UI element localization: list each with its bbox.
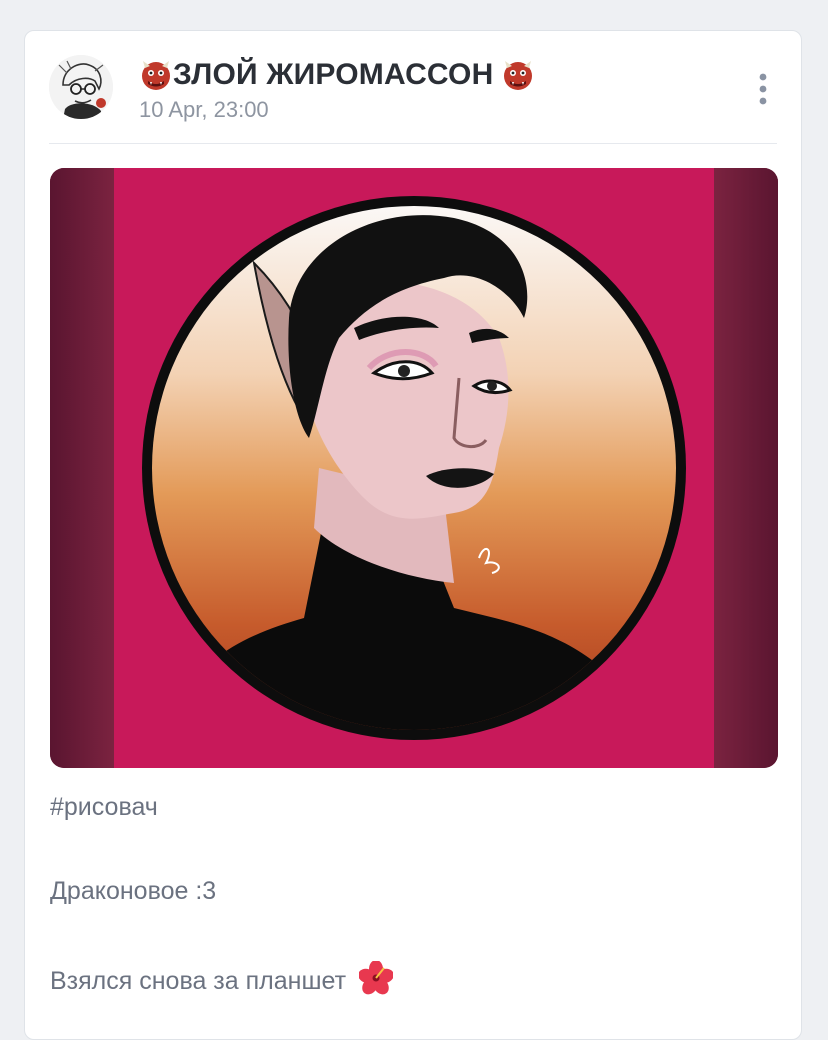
- post-card: ЗЛОЙ ЖИРОМАССОН 10 Apr, 23:00 #рисовач Д…: [24, 30, 802, 1040]
- header-divider: [49, 143, 777, 144]
- author-avatar[interactable]: [49, 55, 113, 119]
- post-timestamp[interactable]: 10 Apr, 23:00: [139, 97, 269, 123]
- ogre-face-icon: [142, 61, 170, 90]
- post-text-line: Взялся снова за планшет: [50, 967, 347, 995]
- author-title-row: ЗЛОЙ ЖИРОМАССОН: [139, 55, 535, 95]
- ogre-face-icon: [504, 61, 533, 90]
- post-text-line: Драконовое :3: [50, 877, 217, 905]
- hibiscus-icon: [359, 961, 393, 995]
- post-menu-button[interactable]: [751, 69, 775, 109]
- post-text-line-with-emoji: Взялся снова за планшет: [50, 961, 777, 996]
- vertical-dots-icon: [759, 73, 767, 105]
- avatar-sketch-image: [49, 55, 113, 119]
- author-name[interactable]: ЗЛОЙ ЖИРОМАССОН: [173, 58, 493, 92]
- image-blur-edge-right: [714, 168, 778, 768]
- image-blur-edge-left: [50, 168, 114, 768]
- post-header: ЗЛОЙ ЖИРОМАССОН 10 Apr, 23:00: [25, 31, 801, 143]
- post-hashtag-link[interactable]: #рисовач: [50, 793, 777, 822]
- portrait-artwork: [114, 168, 714, 768]
- post-image[interactable]: [50, 168, 778, 768]
